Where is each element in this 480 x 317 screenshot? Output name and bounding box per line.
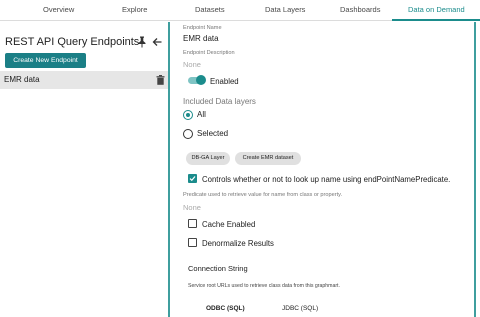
tab-explore[interactable]: Explore bbox=[122, 5, 147, 14]
panel-title: REST API Query Endpoints bbox=[5, 36, 140, 48]
enabled-toggle[interactable] bbox=[188, 75, 206, 86]
tab-odbc-sql[interactable]: ODBC (SQL) bbox=[206, 305, 245, 312]
lookup-checkbox[interactable] bbox=[188, 174, 197, 183]
radio-all[interactable] bbox=[183, 110, 193, 120]
tab-dashboards[interactable]: Dashboards bbox=[340, 5, 380, 14]
endpoint-label: EMR data bbox=[4, 75, 40, 84]
tab-jdbc-sql[interactable]: JDBC (SQL) bbox=[282, 305, 318, 312]
endpoints-panel: REST API Query Endpoints Create New Endp… bbox=[0, 22, 170, 317]
endpoint-name-label: Endpoint Name bbox=[183, 25, 222, 31]
endpoint-name-field[interactable]: EMR data bbox=[183, 34, 219, 43]
tab-data-on-demand[interactable]: Data on Demand bbox=[408, 5, 465, 14]
predicate-label: Predicate used to retrieve value for nam… bbox=[183, 192, 343, 198]
enabled-label: Enabled bbox=[210, 77, 239, 86]
chip-db-ga-layer[interactable]: DB-GA Layer bbox=[186, 152, 230, 165]
connection-string-heading: Connection String bbox=[188, 264, 248, 273]
tab-datasets[interactable]: Datasets bbox=[195, 5, 225, 14]
cache-enabled-checkbox[interactable] bbox=[188, 219, 197, 228]
chip-create-emr-dataset[interactable]: Create EMR dataset bbox=[235, 152, 301, 165]
list-item-endpoint[interactable]: EMR data bbox=[0, 71, 168, 89]
tab-overview[interactable]: Overview bbox=[43, 5, 74, 14]
arrow-left-icon[interactable] bbox=[151, 36, 163, 48]
endpoint-description-label: Endpoint Description bbox=[183, 50, 235, 56]
trash-icon[interactable] bbox=[156, 75, 165, 85]
endpoint-description-field[interactable]: None bbox=[183, 60, 201, 69]
denormalize-checkbox[interactable] bbox=[188, 238, 197, 247]
tab-data-layers[interactable]: Data Layers bbox=[265, 5, 305, 14]
active-tab-indicator bbox=[392, 19, 480, 21]
radio-selected-label: Selected bbox=[197, 129, 229, 138]
check-icon bbox=[189, 176, 196, 182]
radio-all-label: All bbox=[197, 110, 206, 119]
panel-border bbox=[474, 22, 476, 317]
create-endpoint-button[interactable]: Create New Endpoint bbox=[5, 53, 86, 68]
toggle-knob bbox=[196, 75, 206, 85]
top-navigation: Overview Explore Datasets Data Layers Da… bbox=[0, 0, 480, 21]
predicate-field[interactable]: None bbox=[183, 203, 201, 212]
radio-selected[interactable] bbox=[183, 129, 193, 139]
cache-enabled-label: Cache Enabled bbox=[202, 220, 256, 229]
denormalize-label: Denormalize Results bbox=[202, 239, 274, 248]
included-layers-label: Included Data layers bbox=[183, 97, 256, 106]
pin-icon[interactable] bbox=[137, 36, 147, 48]
connection-hint: Service root URLs used to retrieve class… bbox=[188, 283, 340, 289]
lookup-checkbox-label: Controls whether or not to look up name … bbox=[202, 175, 451, 184]
